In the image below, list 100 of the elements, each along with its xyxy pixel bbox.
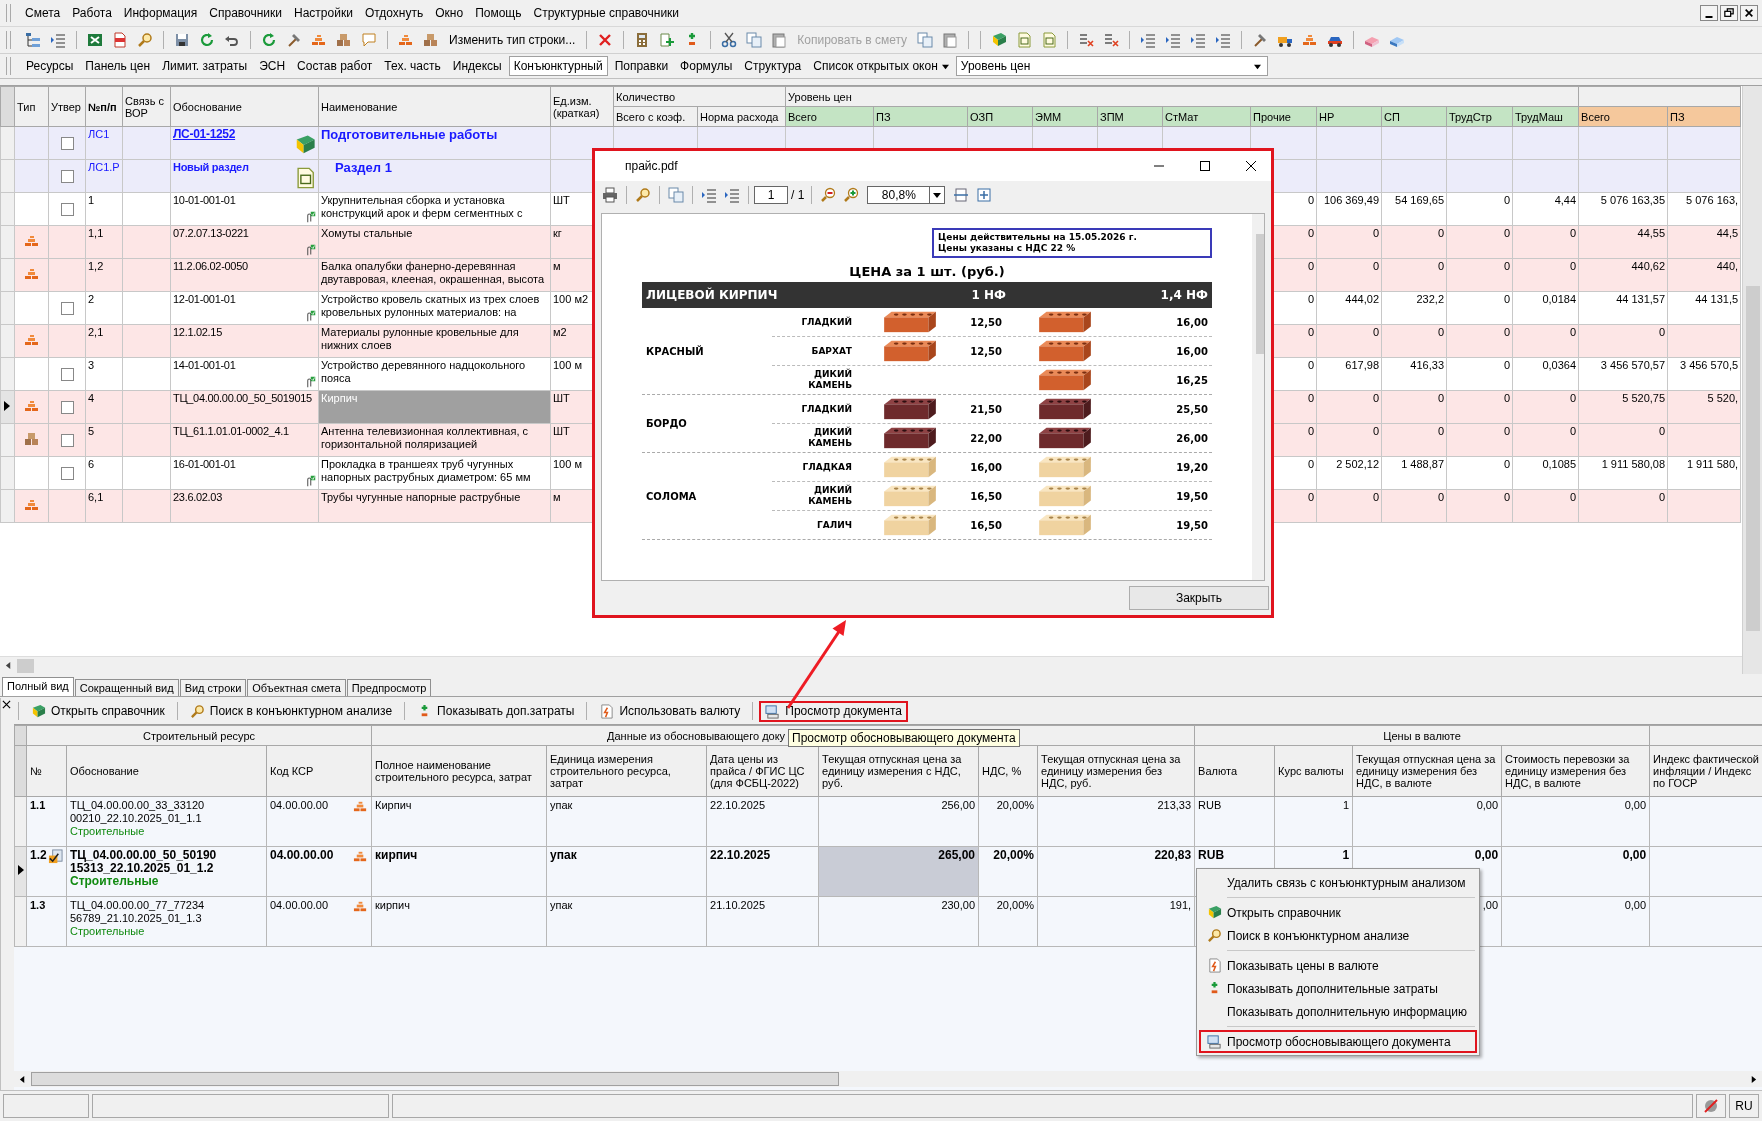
toolbar-button[interactable]: Использовать валюту <box>593 700 747 722</box>
panel-button[interactable]: Конъюнктурный <box>508 56 608 76</box>
menu-item[interactable]: Настройки <box>288 6 359 20</box>
menu-item[interactable]: Просмотр обосновывающего документа <box>1199 1030 1477 1053</box>
panel-button[interactable]: Панель цен <box>80 56 156 76</box>
tree-icon[interactable] <box>25 32 41 48</box>
column-header[interactable]: №п/п <box>85 86 123 127</box>
checkbox[interactable] <box>60 301 74 315</box>
copy-icon[interactable] <box>668 187 684 203</box>
fit-width-icon[interactable] <box>953 187 970 203</box>
checkbox[interactable] <box>60 466 74 480</box>
panel-button[interactable]: Поправки <box>609 56 674 76</box>
close-button[interactable] <box>1740 5 1758 21</box>
view-tab[interactable]: Полный вид <box>2 677 74 696</box>
document-icon[interactable] <box>112 32 128 48</box>
indent-icon[interactable] <box>50 32 66 48</box>
document-icon[interactable] <box>1016 32 1033 48</box>
indent-icon[interactable] <box>724 187 740 203</box>
panel-button[interactable]: Индексы <box>447 56 507 76</box>
brick-icon[interactable] <box>1302 32 1319 48</box>
menu-item[interactable]: Структурные справочники <box>527 6 686 20</box>
fit-page-icon[interactable] <box>976 187 993 203</box>
checkbox[interactable] <box>60 169 74 183</box>
row-selector[interactable] <box>14 846 27 897</box>
hammer-icon[interactable] <box>1252 32 1269 48</box>
price-level-combo[interactable]: Уровень цен <box>955 56 1268 76</box>
panel-button[interactable]: Тех. часть <box>379 56 446 76</box>
menu-item[interactable]: Справочники <box>203 6 289 20</box>
refresh-icon[interactable] <box>199 32 215 48</box>
scroll-left-icon[interactable] <box>19 1075 26 1083</box>
panel-button[interactable]: Лимит. затраты <box>157 56 253 76</box>
column-header[interactable]: Наименование <box>318 86 551 127</box>
menu-item[interactable]: Показывать дополнительные затраты <box>1199 977 1477 1000</box>
windows-dropdown[interactable]: Список открытых окон <box>808 56 954 76</box>
toolbar-button[interactable]: Поиск в конъюнктурном анализе <box>183 700 399 722</box>
indent-icon[interactable] <box>701 187 717 203</box>
refresh-icon[interactable] <box>261 32 277 48</box>
column-header[interactable]: Связь с ВОР <box>122 86 171 127</box>
zoom-combo[interactable]: 80,8% <box>867 186 946 204</box>
toolbar-button[interactable]: Открыть справочник <box>25 700 171 722</box>
indent-icon[interactable] <box>1190 32 1207 48</box>
close-button[interactable]: Закрыть <box>1129 586 1269 610</box>
paste-icon[interactable] <box>771 32 788 48</box>
checkbox[interactable] <box>60 433 74 447</box>
column-header[interactable]: Курс валюты <box>1274 745 1353 797</box>
view-tab[interactable]: Вид строки <box>179 679 247 696</box>
panel-button[interactable]: Структура <box>739 56 807 76</box>
column-header[interactable]: Единица измерения строительного ресурса, затрат <box>546 745 707 797</box>
column-header[interactable]: Валюта <box>1194 745 1275 797</box>
toolbar-button[interactable]: Показывать доп.затраты <box>411 700 581 722</box>
column-header[interactable]: № <box>26 745 67 797</box>
page-field[interactable]: 1 <box>754 186 788 204</box>
zoom-out-icon[interactable] <box>820 187 837 203</box>
view-tab[interactable]: Сокращенный вид <box>74 679 179 696</box>
indent-icon[interactable] <box>1165 32 1182 48</box>
toolbar-button[interactable]: Изменить тип строки... <box>445 33 580 47</box>
spreadsheet-icon[interactable] <box>87 32 103 48</box>
brick-icon[interactable] <box>398 32 414 48</box>
vertical-scrollbar[interactable] <box>1742 86 1762 674</box>
checkbox[interactable] <box>60 367 74 381</box>
cut-icon[interactable] <box>721 32 738 48</box>
column-header[interactable]: НДС, % <box>978 745 1038 797</box>
close-icon[interactable] <box>2 700 11 709</box>
print-icon[interactable] <box>602 187 618 203</box>
copy-icon[interactable] <box>917 32 934 48</box>
panel-button[interactable]: Формулы <box>675 56 738 76</box>
indent-icon[interactable] <box>1215 32 1232 48</box>
column-header[interactable]: Текущая отпускная цена за единицу измерения с НДС, руб. <box>818 745 979 797</box>
column-header[interactable]: Тип <box>14 86 49 127</box>
scroll-thumb[interactable] <box>31 1072 839 1086</box>
vertical-scrollbar[interactable] <box>1252 214 1264 580</box>
copy-icon[interactable] <box>746 32 763 48</box>
column-header[interactable]: Дата цены из прайса / ФГИС ЦС (для ФСБЦ-2022) <box>706 745 819 797</box>
panel-button[interactable]: ЭСН <box>254 56 291 76</box>
scroll-thumb[interactable] <box>1746 286 1760 631</box>
hammer-icon[interactable] <box>286 32 302 48</box>
scroll-right-icon[interactable] <box>1750 1075 1757 1083</box>
panel-button[interactable]: Состав работ <box>292 56 378 76</box>
column-header[interactable]: Обоснование <box>66 745 267 797</box>
menu-item[interactable]: Показывать цены в валюте <box>1199 954 1477 977</box>
horizontal-scrollbar[interactable] <box>0 656 1742 674</box>
zoom-in-icon[interactable] <box>843 187 860 203</box>
panel-button[interactable]: Ресурсы <box>21 56 79 76</box>
scroll-thumb[interactable] <box>1256 234 1264 354</box>
search-icon[interactable] <box>635 187 651 203</box>
indent-icon[interactable] <box>1140 32 1157 48</box>
menu-item[interactable]: Информация <box>117 6 204 20</box>
column-header[interactable]: Текущая отпускная цена за единицу измерения без НДС, в валюте <box>1352 745 1502 797</box>
menu-item[interactable]: Смета <box>19 6 67 20</box>
minimize-button[interactable] <box>1700 5 1718 21</box>
toolbar-button[interactable]: Просмотр документа <box>759 700 908 722</box>
search-icon[interactable] <box>137 32 153 48</box>
column-header[interactable]: Код КСР <box>266 745 372 797</box>
list-delete-icon[interactable] <box>1103 32 1120 48</box>
checkbox[interactable] <box>60 136 74 150</box>
horizontal-scrollbar[interactable] <box>14 1071 1762 1087</box>
close-button[interactable] <box>1245 160 1257 172</box>
brick-icon[interactable] <box>311 32 327 48</box>
column-header[interactable]: Текущая отпускная цена за единицу измерения без НДС, руб. <box>1037 745 1195 797</box>
add-document-icon[interactable] <box>659 32 676 48</box>
